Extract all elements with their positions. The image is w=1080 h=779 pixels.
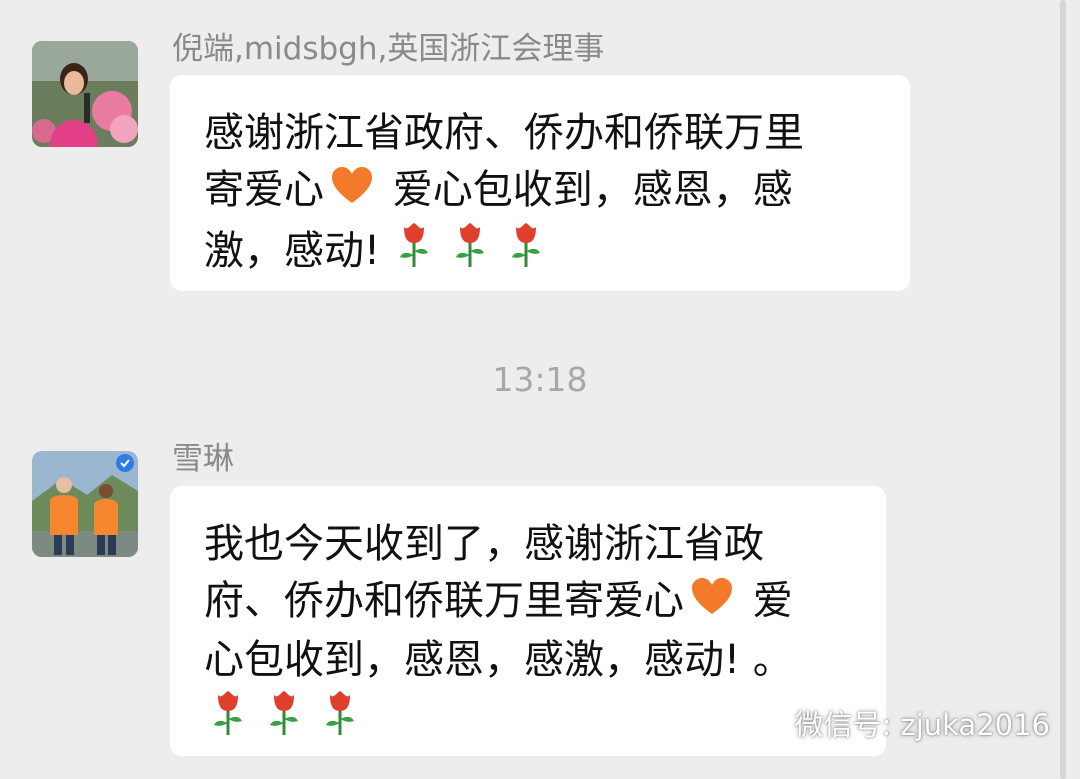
avatar[interactable] xyxy=(32,41,138,147)
rose-icon xyxy=(396,221,432,285)
chat-view: 倪端,midsbgh,英国浙江会理事 感谢浙江省政府、侨办和侨联万里 寄爱心 爱… xyxy=(0,0,1080,779)
message-timestamp: 13:18 xyxy=(492,360,588,399)
message-bubble[interactable]: 感谢浙江省政府、侨办和侨联万里 寄爱心 爱心包收到，感恩，感 激，感动! xyxy=(170,75,910,291)
sender-name: 雪琳 xyxy=(172,441,234,477)
avatar-photo xyxy=(32,41,138,147)
message-line-with-emoji: 府、侨办和侨联万里寄爱心 爱 xyxy=(204,573,852,632)
rose-icon xyxy=(266,689,302,753)
rose-icon xyxy=(210,689,246,753)
rose-icon xyxy=(508,221,544,285)
message-line: 我也今天收到了，感谢浙江省政 xyxy=(204,521,764,567)
orange-heart-icon xyxy=(330,164,374,221)
message-text: 感谢浙江省政府、侨办和侨联万里 寄爱心 爱心包收到，感恩，感 激，感动! xyxy=(204,105,876,285)
message-line: 府、侨办和侨联万里寄爱心 xyxy=(204,578,684,624)
message-line: 激，感动! xyxy=(204,227,381,274)
rose-icon xyxy=(452,221,488,285)
watermark: 微信号: zjuka2016 xyxy=(732,701,1050,745)
rose-icon xyxy=(322,689,358,753)
message-line: 寄爱心 xyxy=(204,167,324,213)
message-line: 心包收到，感恩，感激，感动! 。 xyxy=(204,636,793,683)
avatar-photo xyxy=(32,451,138,557)
sender-name: 倪端,midsbgh,英国浙江会理事 xyxy=(172,31,605,67)
message-line-with-emoji: 激，感动! xyxy=(204,221,876,285)
watermark-text: 微信号: zjuka2016 xyxy=(794,708,1050,742)
message-line: 感谢浙江省政府、侨办和侨联万里 xyxy=(204,110,804,156)
message-line: 爱 xyxy=(740,578,793,624)
message-line-with-emoji: 寄爱心 爱心包收到，感恩，感 xyxy=(204,162,876,221)
orange-heart-icon xyxy=(690,575,734,632)
message-line: 爱心包收到，感恩，感 xyxy=(380,167,793,213)
avatar[interactable] xyxy=(32,451,138,557)
wechat-icon xyxy=(734,703,782,742)
